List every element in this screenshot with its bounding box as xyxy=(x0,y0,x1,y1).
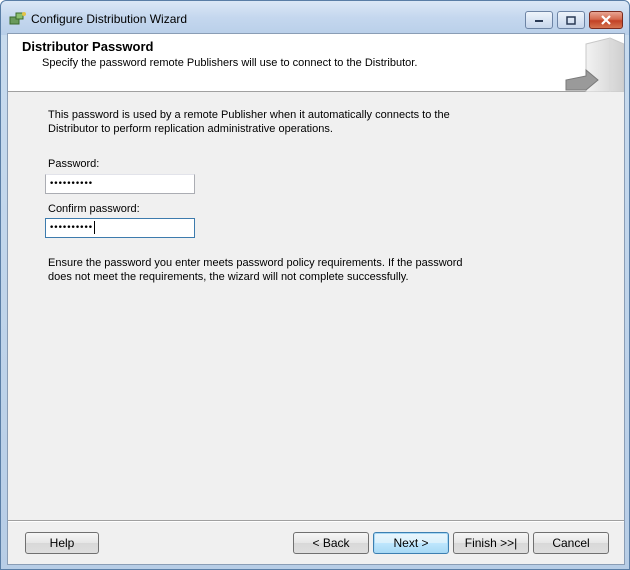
wizard-header: Distributor Password Specify the passwor… xyxy=(8,34,625,93)
text-caret xyxy=(94,221,96,234)
close-icon xyxy=(601,15,611,25)
back-button[interactable]: < Back xyxy=(293,532,369,554)
confirm-password-field[interactable]: •••••••••• xyxy=(45,218,195,238)
maximize-icon xyxy=(566,15,576,25)
title-bar[interactable]: Configure Distribution Wizard xyxy=(1,1,629,35)
window-title: Configure Distribution Wizard xyxy=(31,12,188,26)
password-field[interactable]: •••••••••• xyxy=(45,174,195,194)
minimize-button[interactable] xyxy=(525,11,553,29)
policy-note: Ensure the password you enter meets pass… xyxy=(48,257,463,283)
maximize-button[interactable] xyxy=(557,11,585,29)
wizard-client: Distributor Password Specify the passwor… xyxy=(7,33,625,565)
page-title: Distributor Password xyxy=(22,39,154,54)
next-button[interactable]: Next > xyxy=(373,532,449,554)
page-subtitle: Specify the password remote Publishers w… xyxy=(42,57,418,69)
close-button[interactable] xyxy=(589,11,623,29)
wizard-icon xyxy=(9,11,27,27)
confirm-password-value: •••••••••• xyxy=(49,223,93,233)
finish-button[interactable]: Finish >>| xyxy=(453,532,529,554)
footer-divider xyxy=(8,520,624,522)
description-text: This password is used by a remote Publis… xyxy=(48,109,450,135)
server-arrow-icon xyxy=(564,34,625,93)
cancel-button[interactable]: Cancel xyxy=(533,532,609,554)
minimize-icon xyxy=(535,20,543,22)
help-button[interactable]: Help xyxy=(25,532,99,554)
password-label: Password: xyxy=(48,158,100,170)
password-value: •••••••••• xyxy=(49,179,93,189)
wizard-window: Configure Distribution Wizard Distributo… xyxy=(0,0,630,570)
confirm-password-label: Confirm password: xyxy=(48,203,140,215)
